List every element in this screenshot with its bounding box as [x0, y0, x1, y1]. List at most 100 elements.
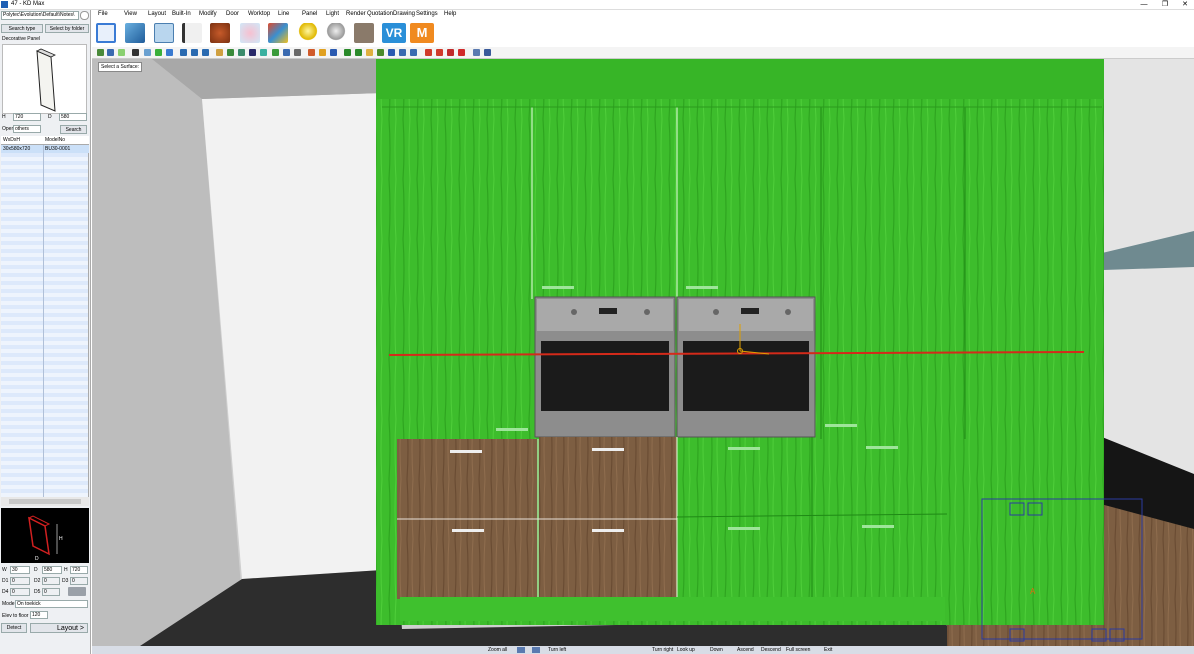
tool11-icon[interactable]: [330, 49, 337, 56]
ascend-button[interactable]: Ascend: [737, 647, 754, 653]
table-row[interactable]: 30x580x720 BU30-0001: [1, 145, 89, 153]
tool14-icon[interactable]: [388, 49, 395, 56]
max-icon[interactable]: M: [410, 23, 434, 43]
exit-button[interactable]: Exit: [824, 647, 832, 653]
folder-up-icon[interactable]: [80, 11, 89, 20]
col-wxdxh[interactable]: WxDxH: [3, 137, 20, 143]
3d-viewport[interactable]: A Select a Surface:: [92, 59, 1194, 646]
look-up-button[interactable]: Look up: [677, 647, 695, 653]
tool2-icon[interactable]: [227, 49, 234, 56]
menu-layout[interactable]: Layout: [148, 11, 166, 17]
menu-drawing[interactable]: Drawing: [393, 11, 415, 17]
search-type-button[interactable]: Search type: [1, 24, 43, 33]
render-icon[interactable]: [354, 23, 374, 43]
elev-input[interactable]: 120: [30, 611, 48, 619]
menu-line[interactable]: Line: [278, 11, 289, 17]
col-modelno[interactable]: ModelNo: [45, 137, 65, 143]
menu-file[interactable]: File: [98, 11, 108, 17]
kitchen-render[interactable]: A: [92, 59, 1194, 646]
tool9-icon[interactable]: [308, 49, 315, 56]
play-icon[interactable]: [132, 49, 139, 56]
result-list[interactable]: 30x580x720 BU30-0001: [1, 145, 89, 497]
tool13-icon[interactable]: [377, 49, 384, 56]
layout-button[interactable]: Layout >: [30, 623, 88, 633]
decor-icon[interactable]: [240, 23, 260, 43]
d4-input[interactable]: 0: [10, 588, 30, 596]
menu-light[interactable]: Light: [326, 11, 339, 17]
move-icon[interactable]: [155, 49, 162, 56]
globe-icon[interactable]: [202, 49, 209, 56]
crosshair-icon[interactable]: [458, 49, 465, 56]
search-button[interactable]: Search: [60, 125, 87, 134]
tool1-icon[interactable]: [216, 49, 223, 56]
tool8-icon[interactable]: [294, 49, 301, 56]
select-by-folder-button[interactable]: Select by folder: [45, 24, 89, 33]
grid-icon[interactable]: [473, 49, 480, 56]
mirror2-icon[interactable]: [436, 49, 443, 56]
full-screen-button[interactable]: Full screen: [786, 647, 810, 653]
select-room-icon[interactable]: [96, 23, 116, 43]
h-select[interactable]: 720: [13, 113, 41, 121]
menu-door[interactable]: Door: [226, 11, 239, 17]
palette-icon[interactable]: [268, 23, 288, 43]
menu-view[interactable]: View: [124, 11, 137, 17]
h-input[interactable]: 720: [70, 566, 88, 574]
home-icon[interactable]: [180, 49, 187, 56]
rotate-icon[interactable]: [166, 49, 173, 56]
open-select[interactable]: others: [13, 125, 41, 133]
light-off-icon[interactable]: [326, 23, 346, 43]
descend-button[interactable]: Descend: [761, 647, 781, 653]
refresh-icon[interactable]: [447, 49, 454, 56]
pick-icon[interactable]: [355, 49, 362, 56]
d1-input[interactable]: 0: [10, 577, 30, 585]
menu-modify[interactable]: Modify: [199, 11, 217, 17]
d2-input[interactable]: 0: [42, 577, 60, 585]
open-icon[interactable]: [97, 49, 104, 56]
horizontal-scrollbar[interactable]: [1, 497, 89, 506]
menu-help[interactable]: Help: [444, 11, 456, 17]
tool12-icon[interactable]: [366, 49, 373, 56]
redo-icon[interactable]: [410, 49, 417, 56]
menu-settings[interactable]: Settings: [416, 11, 438, 17]
turn-right-button[interactable]: Turn right: [652, 647, 673, 653]
tool4-icon[interactable]: [249, 49, 256, 56]
menu-panel[interactable]: Panel: [302, 11, 317, 17]
maximize-button[interactable]: ❐: [1155, 0, 1175, 10]
zoom-out-icon[interactable]: [532, 647, 540, 653]
light-bulb-icon[interactable]: [298, 23, 318, 43]
lock-icon[interactable]: [68, 587, 86, 596]
catalog-icon[interactable]: [154, 23, 174, 43]
home2-icon[interactable]: [191, 49, 198, 56]
detect-button[interactable]: Detect: [1, 623, 27, 633]
down-button[interactable]: Down: [710, 647, 723, 653]
path-field[interactable]: Polytec\Evolution\Default\Notes\: [1, 11, 79, 20]
d-select[interactable]: 580: [59, 113, 87, 121]
undo-icon[interactable]: [399, 49, 406, 56]
tool7-icon[interactable]: [283, 49, 290, 56]
tool3-icon[interactable]: [238, 49, 245, 56]
3d-box-icon[interactable]: [125, 23, 145, 43]
turn-left-button[interactable]: Turn left: [548, 647, 566, 653]
menu-quotation[interactable]: Quotation: [367, 11, 393, 17]
tool10-icon[interactable]: [319, 49, 326, 56]
close-button[interactable]: ✕: [1175, 0, 1194, 10]
zoom-all-button[interactable]: Zoom all: [488, 647, 507, 653]
minimize-button[interactable]: —: [1134, 0, 1154, 10]
tool5-icon[interactable]: [260, 49, 267, 56]
screen-icon[interactable]: [484, 49, 491, 56]
menu-worktop[interactable]: Worktop: [248, 11, 270, 17]
furniture-icon[interactable]: [210, 23, 230, 43]
mode-select[interactable]: On toekick: [15, 600, 88, 608]
d5-input[interactable]: 0: [42, 588, 60, 596]
select-icon[interactable]: [344, 49, 351, 56]
view-icon[interactable]: [144, 49, 151, 56]
save-icon[interactable]: [107, 49, 114, 56]
menu-render[interactable]: Render: [346, 11, 366, 17]
mirror-icon[interactable]: [425, 49, 432, 56]
d3-input[interactable]: 0: [70, 577, 88, 585]
d-input[interactable]: 580: [42, 566, 62, 574]
w-input[interactable]: 30: [10, 566, 30, 574]
item-preview[interactable]: [2, 44, 87, 114]
vr-icon[interactable]: VR: [382, 23, 406, 43]
tool6-icon[interactable]: [272, 49, 279, 56]
